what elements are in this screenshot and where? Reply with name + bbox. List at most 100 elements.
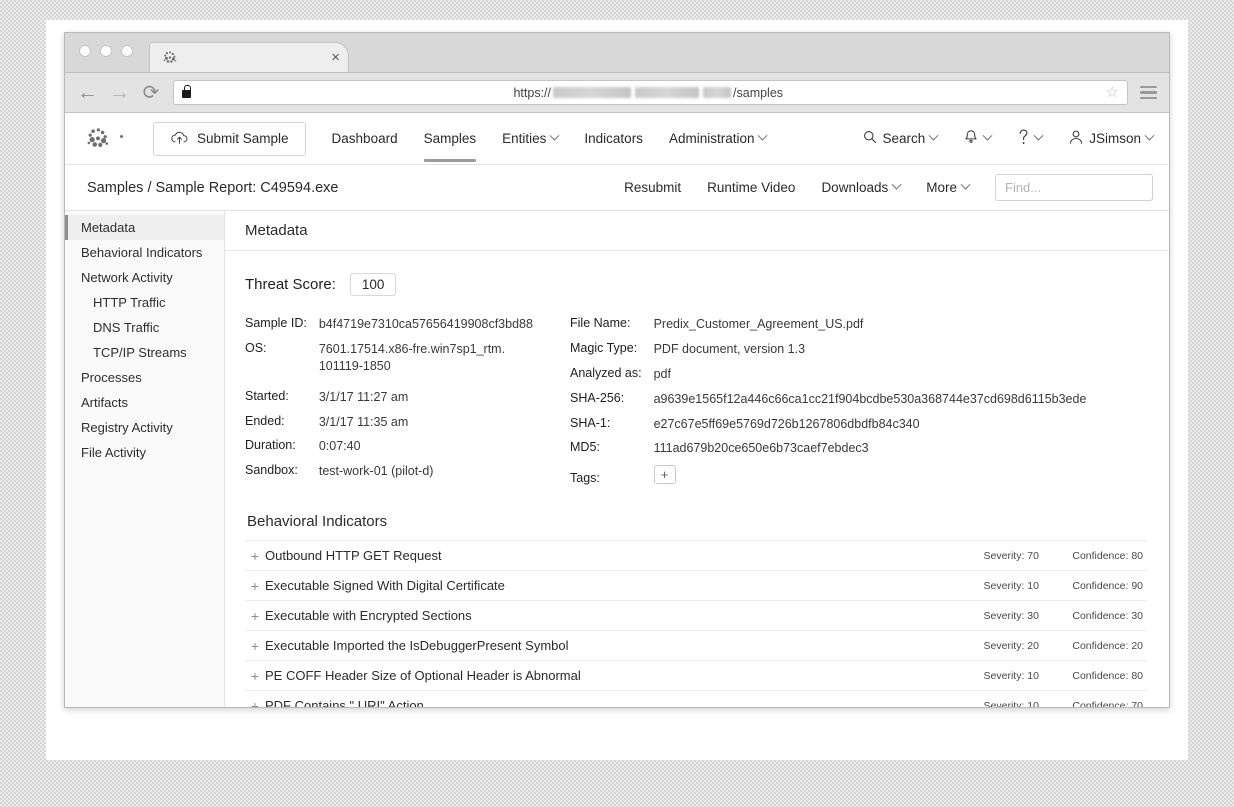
hamburger-menu-icon[interactable]: [1140, 85, 1157, 100]
reload-button[interactable]: ⟳: [141, 83, 161, 103]
indicator-row[interactable]: + Executable with Encrypted Sections Sev…: [245, 601, 1147, 632]
indicator-severity: Severity: 10: [983, 669, 1039, 682]
sidebar-item-artifacts[interactable]: Artifacts: [65, 390, 224, 415]
brand-dot-icon: [120, 134, 123, 138]
sidebar-item-behavioral-indicators[interactable]: Behavioral Indicators: [65, 240, 224, 265]
chevron-down-icon: [1033, 130, 1044, 141]
indicator-row[interactable]: + PE COFF Header Size of Optional Header…: [245, 661, 1147, 692]
app-logo[interactable]: [83, 124, 125, 154]
address-bar[interactable]: https:// /samples ☆: [173, 80, 1128, 105]
window-close-button[interactable]: [79, 45, 91, 57]
nav-label-entities: Entities: [502, 131, 547, 146]
meta-value-file-name: Predix_Customer_Agreement_US.pdf: [653, 317, 864, 331]
expand-plus-icon[interactable]: +: [247, 639, 263, 653]
indicator-label: PDF Contains " URI" Action: [265, 698, 424, 707]
meta-key-magic-type: Magic Type:: [570, 340, 638, 355]
nav-item-entities[interactable]: Entities: [502, 115, 560, 162]
expand-plus-icon[interactable]: +: [247, 579, 263, 593]
nav-item-notifications[interactable]: [963, 129, 993, 149]
submit-sample-button[interactable]: Submit Sample: [153, 121, 306, 156]
indicator-metrics: Severity: 30 Confidence: 30: [973, 610, 1143, 622]
expand-plus-icon[interactable]: +: [247, 609, 263, 623]
browser-tab-strip: ×: [65, 33, 1169, 73]
indicator-confidence: Confidence: 80: [1072, 549, 1143, 562]
lock-icon: [182, 84, 191, 98]
indicator-row[interactable]: + Outbound HTTP GET Request Severity: 70…: [245, 541, 1147, 572]
indicator-row[interactable]: + Executable Imported the IsDebuggerPres…: [245, 631, 1147, 662]
more-menu[interactable]: More: [926, 179, 971, 195]
meta-key-sha256: SHA-256:: [570, 390, 625, 405]
nav-item-search[interactable]: Search: [863, 130, 939, 147]
bell-icon: [963, 129, 979, 149]
meta-key-tags: Tags:: [570, 471, 600, 486]
sidebar-item-processes[interactable]: Processes: [65, 365, 224, 390]
breadcrumb[interactable]: Samples / Sample Report: C49594.exe: [87, 180, 338, 196]
nav-item-administration[interactable]: Administration: [668, 115, 768, 162]
user-avatar-icon: [1068, 129, 1084, 148]
find-input[interactable]: [995, 174, 1153, 201]
chevron-down-icon: [891, 179, 902, 190]
threat-score-row: Threat Score: 100: [245, 273, 1147, 296]
nav-item-indicators[interactable]: Indicators: [584, 115, 643, 162]
expand-plus-icon[interactable]: +: [247, 699, 263, 707]
report-sidebar: Metadata Behavioral Indicators Network A…: [65, 211, 225, 707]
indicator-metrics: Severity: 10 Confidence: 90: [973, 580, 1143, 592]
sidebar-item-http-traffic[interactable]: HTTP Traffic: [65, 290, 224, 315]
sidebar-label-network-activity: Network Activity: [81, 270, 173, 285]
sidebar-item-file-activity[interactable]: File Activity: [65, 440, 224, 465]
indicator-row[interactable]: + Executable Signed With Digital Certifi…: [245, 571, 1147, 602]
meta-value-sample-id: b4f4719e7310ca57656419908cf3bd88: [318, 317, 533, 331]
meta-value-started: 3/1/17 11:27 am: [318, 389, 409, 404]
browser-tab[interactable]: ×: [149, 42, 349, 72]
expand-plus-icon[interactable]: +: [247, 549, 263, 563]
sidebar-item-network-activity[interactable]: Network Activity: [65, 265, 224, 290]
indicator-metrics: Severity: 70 Confidence: 80: [973, 550, 1143, 562]
downloads-menu[interactable]: Downloads: [821, 179, 902, 195]
nav-item-help[interactable]: [1017, 128, 1044, 149]
meta-value-magic-type: PDF document, version 1.3: [653, 341, 806, 356]
meta-value-sha256: a9639e1565f12a446c66ca1cc21f904bcdbe530a…: [653, 391, 1087, 406]
meta-value-analyzed-as: pdf: [653, 366, 671, 381]
window-minimize-button[interactable]: [100, 45, 112, 57]
add-tag-button[interactable]: +: [653, 465, 676, 485]
runtime-video-button[interactable]: Runtime Video: [707, 180, 795, 195]
metadata-column-right: File Name: Predix_Customer_Agreement_US.…: [570, 316, 1147, 485]
primary-nav: Dashboard Samples Entities Indicators Ad…: [332, 115, 768, 162]
sidebar-item-metadata[interactable]: Metadata: [65, 215, 224, 240]
nav-item-samples[interactable]: Samples: [423, 115, 476, 162]
behavioral-indicators-title: Behavioral Indicators: [247, 513, 388, 531]
submit-sample-label: Submit Sample: [197, 131, 289, 146]
sidebar-item-tcpip-streams[interactable]: TCP/IP Streams: [65, 340, 224, 365]
indicator-confidence: Confidence: 80: [1072, 669, 1143, 682]
nav-item-user-menu[interactable]: JSimson: [1068, 129, 1155, 148]
chevron-down-icon: [758, 130, 768, 141]
indicator-severity: Severity: 20: [983, 639, 1039, 652]
window-maximize-button[interactable]: [121, 45, 133, 57]
meta-key-sample-id: Sample ID:: [245, 316, 307, 330]
sidebar-label-tcpip-streams: TCP/IP Streams: [93, 345, 187, 360]
resubmit-button[interactable]: Resubmit: [624, 180, 681, 195]
section-heading: Metadata: [225, 211, 1169, 251]
app-logo-favicon: [162, 50, 178, 66]
sidebar-label-processes: Processes: [81, 370, 142, 385]
sidebar-item-dns-traffic[interactable]: DNS Traffic: [65, 315, 224, 340]
downloads-label: Downloads: [821, 180, 889, 195]
back-button[interactable]: ←: [77, 82, 98, 103]
help-question-icon: [1017, 128, 1030, 149]
bookmark-star-icon[interactable]: ☆: [1106, 85, 1119, 100]
sidebar-label-registry-activity: Registry Activity: [81, 420, 173, 435]
indicator-confidence: Confidence: 20: [1072, 639, 1143, 652]
indicator-metrics: Severity: 10 Confidence: 80: [973, 670, 1143, 682]
threat-score-value: 100: [349, 273, 397, 296]
nav-label-administration: Administration: [668, 131, 755, 146]
toolbar-actions: Resubmit Runtime Video Downloads More: [624, 174, 1153, 201]
sidebar-item-registry-activity[interactable]: Registry Activity: [65, 415, 224, 440]
nav-item-dashboard[interactable]: Dashboard: [332, 115, 398, 162]
forward-button[interactable]: →: [109, 82, 130, 103]
page-body: Metadata Behavioral Indicators Network A…: [65, 211, 1169, 707]
indicator-row[interactable]: + PDF Contains " URI" Action Severity: 1…: [245, 691, 1147, 707]
indicator-label: Executable with Encrypted Sections: [265, 608, 472, 624]
expand-plus-icon[interactable]: +: [247, 669, 263, 683]
tab-close-icon[interactable]: ×: [331, 50, 340, 65]
meta-key-file-name: File Name:: [570, 316, 631, 330]
